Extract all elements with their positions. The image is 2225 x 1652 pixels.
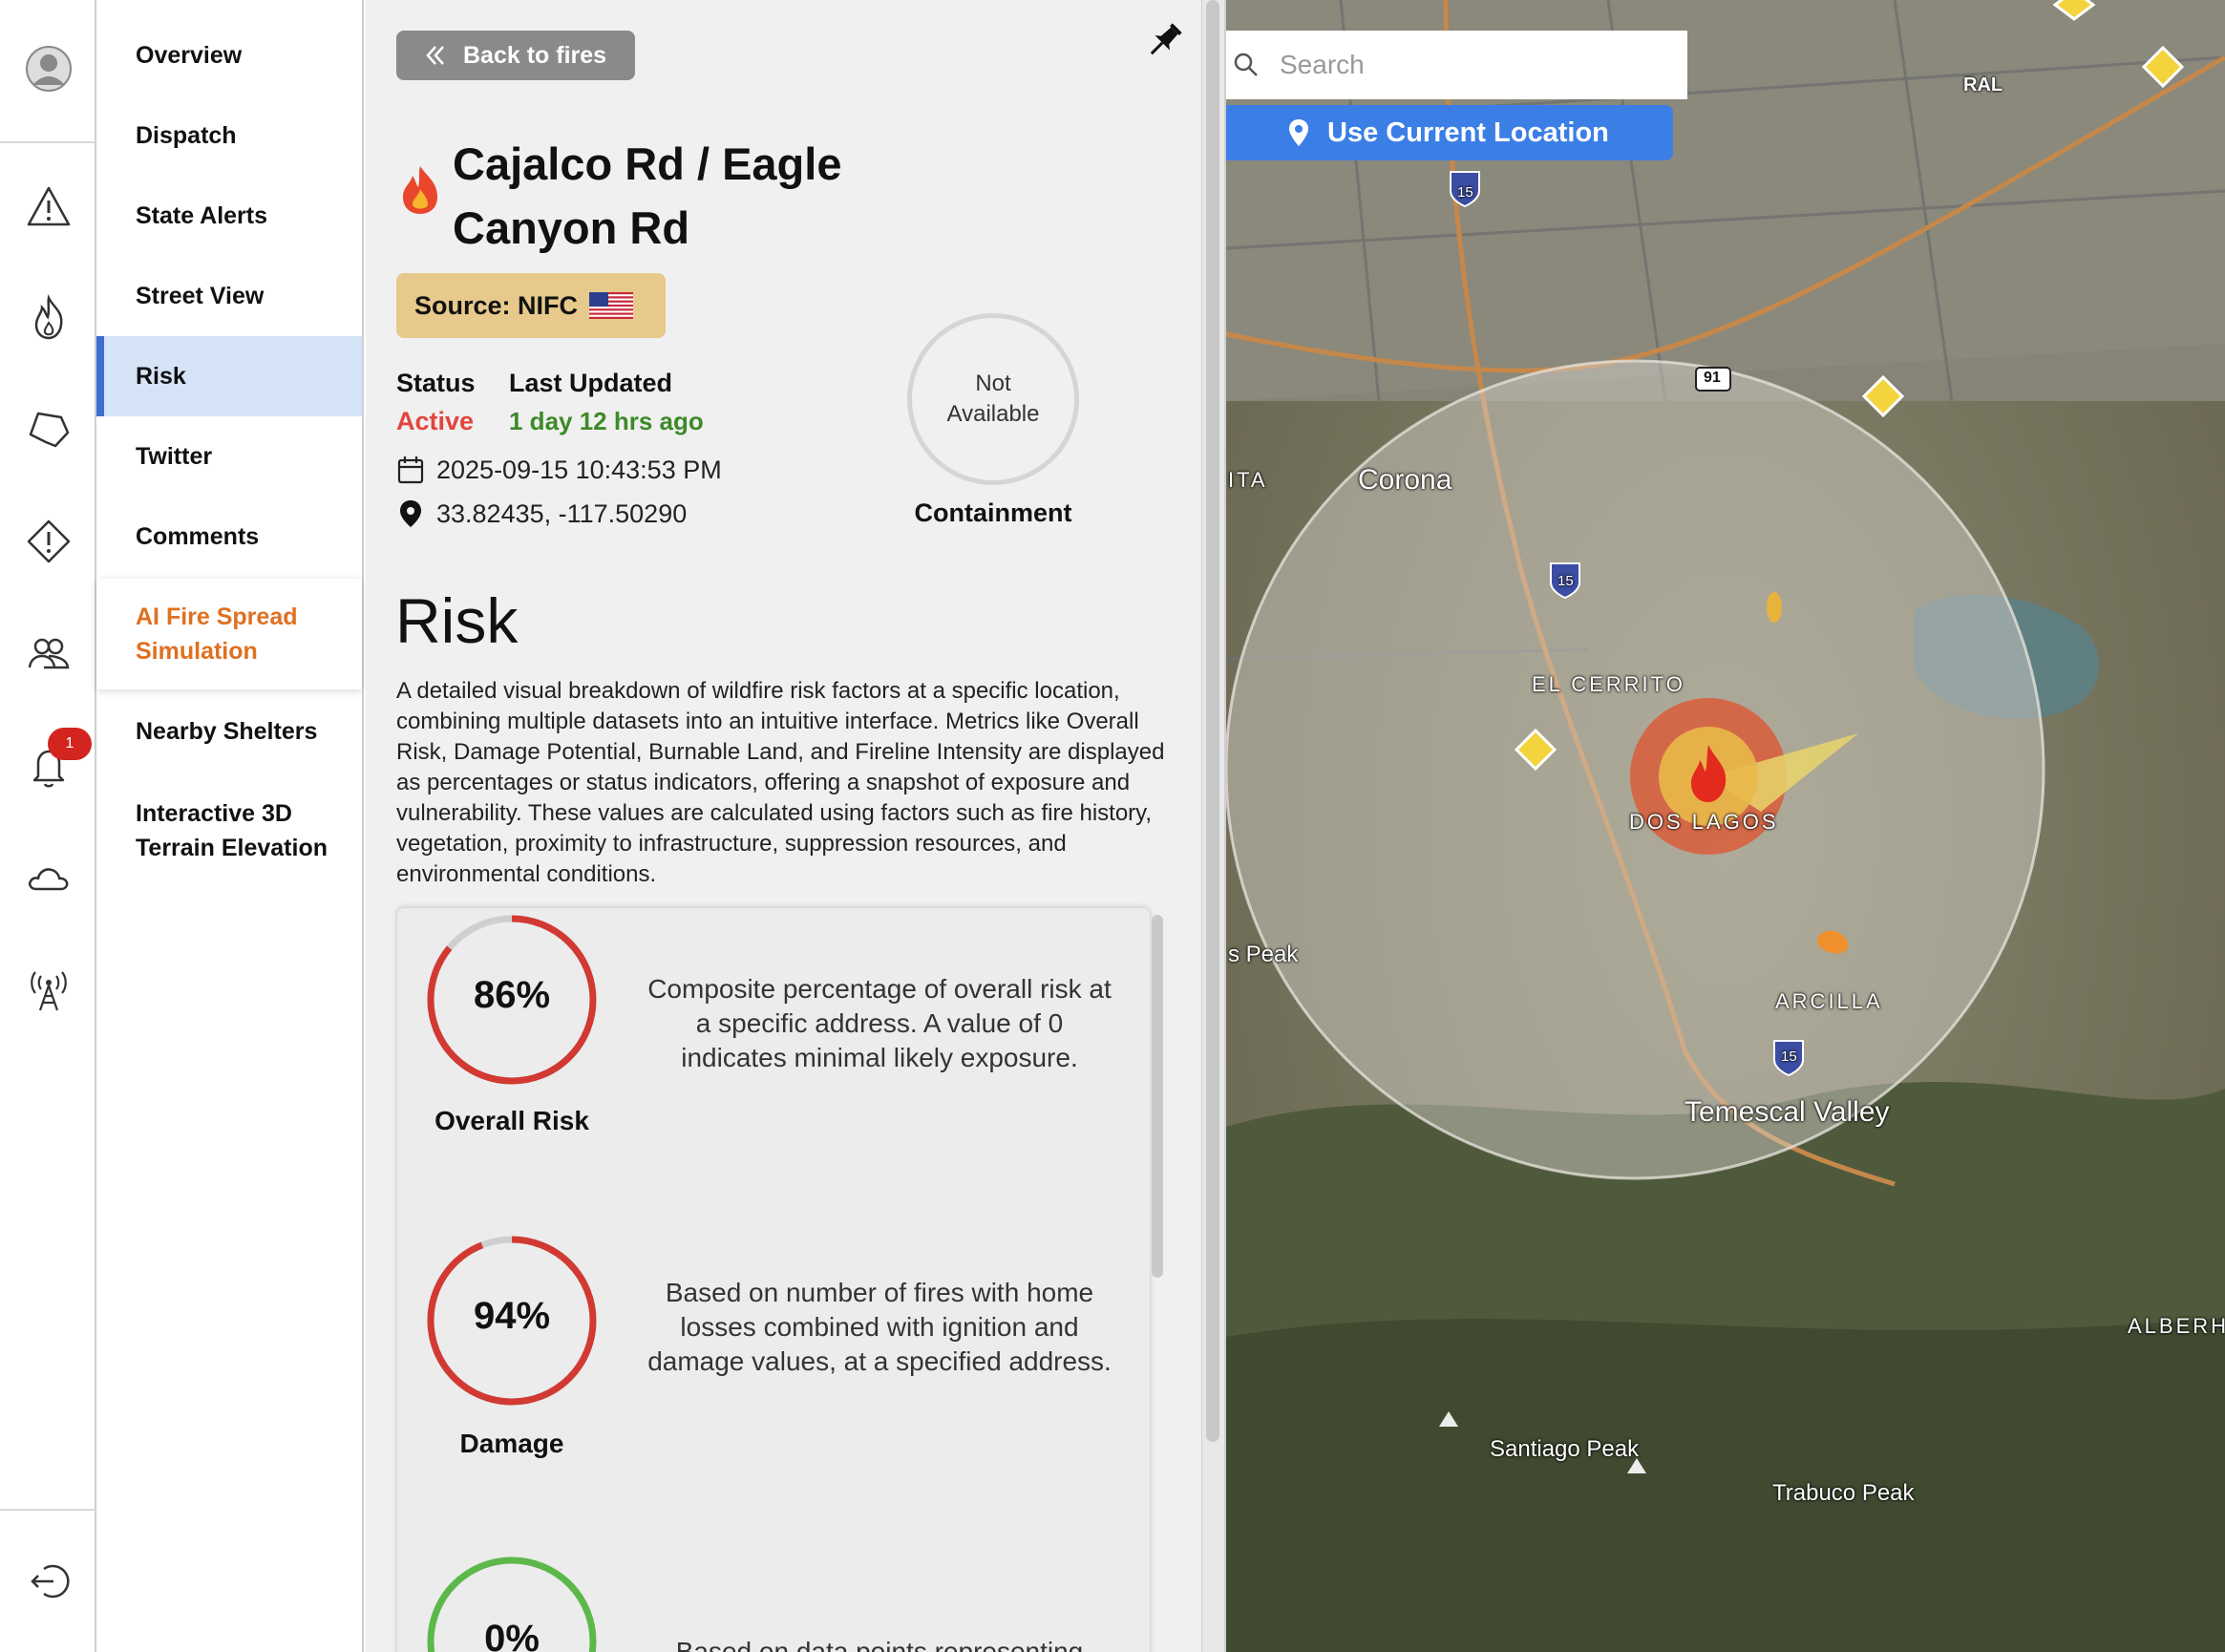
nav-item-label: AI Fire Spread Simulation	[136, 604, 298, 665]
map-label-alberhill: ALBERH	[2128, 1314, 2225, 1338]
risk-heading: Risk	[395, 585, 519, 656]
metric-value-third: 0%	[484, 1618, 540, 1652]
source-badge: Source: NIFC	[396, 273, 666, 338]
fire-icon[interactable]	[0, 280, 96, 356]
tower-icon[interactable]	[0, 952, 96, 1028]
source-label: Source: NIFC	[414, 290, 579, 320]
nav-item-label: Street View	[136, 283, 265, 309]
highway-label-i15-south: 15	[1558, 573, 1574, 589]
fire-title: Cajalco Rd / Eagle Canyon Rd	[453, 138, 842, 253]
map-label-edge-ita: ITA	[1228, 468, 1268, 492]
nav-item-label: Risk	[136, 363, 186, 390]
logout-icon[interactable]	[0, 1543, 96, 1620]
calendar-icon	[397, 456, 424, 484]
map-search-input[interactable]: Search	[1226, 31, 1687, 99]
metric-description-third: Based on data points representing	[675, 1637, 1084, 1652]
search-icon	[1234, 53, 1258, 76]
map-label-el-cerrito: EL CERRITO	[1532, 672, 1685, 696]
use-location-label: Use Current Location	[1327, 116, 1609, 148]
metric-name-damage: Damage	[459, 1429, 564, 1458]
nav-item-label: Dispatch	[136, 122, 237, 149]
containment-label: Containment	[914, 498, 1072, 527]
nav-item-twitter[interactable]: Twitter	[96, 430, 362, 483]
detail-nav-menu: Overview Dispatch State Alerts Street Vi…	[96, 0, 364, 1652]
status-label: Status	[396, 369, 476, 397]
panel-scrollbar-thumb[interactable]	[1206, 0, 1219, 1442]
map-label-trabuco-peak: Trabuco Peak	[1772, 1480, 1915, 1506]
nav-item-street-view[interactable]: Street View	[96, 269, 362, 323]
map-label-arcilla: ARCILLA	[1775, 989, 1883, 1013]
highway-label-i15-temescal: 15	[1781, 1048, 1797, 1065]
highway-label-91: 91	[1704, 370, 1721, 386]
nav-item-overview[interactable]: Overview	[96, 29, 362, 82]
map-label-santiago-peak: Santiago Peak	[1490, 1436, 1640, 1462]
coordinates-value: 33.82435, -117.50290	[436, 498, 688, 528]
last-updated-label: Last Updated	[509, 369, 673, 397]
perimeter-icon[interactable]	[0, 392, 96, 468]
double-chevron-left-icon	[426, 46, 444, 65]
nav-item-risk[interactable]: Risk	[96, 336, 362, 416]
location-pin-icon	[400, 500, 421, 527]
map-label-edge-ral: RAL	[1963, 74, 2003, 95]
icon-rail: 1	[0, 0, 96, 1652]
status-value: Active	[396, 407, 475, 435]
metric-description-damage: Based on number of fires with home losse…	[647, 1278, 1112, 1376]
datetime-row: 2025-09-15 10:43:53 PM	[396, 455, 722, 485]
coordinates-row: 33.82435, -117.50290	[396, 498, 687, 529]
nav-item-label: State Alerts	[136, 202, 268, 229]
cloud-icon[interactable]	[0, 840, 96, 917]
user-avatar-icon[interactable]	[0, 31, 96, 107]
nav-item-label: Interactive 3D Terrain Elevation	[136, 800, 328, 861]
pin-icon[interactable]	[1142, 17, 1188, 63]
nav-item-3d-terrain[interactable]: Interactive 3D Terrain Elevation	[96, 789, 362, 873]
map-label-dos-lagos: DOS LAGOS	[1629, 810, 1779, 834]
highway-label-i15: 15	[1457, 184, 1473, 201]
notification-badge: 1	[48, 728, 92, 760]
nav-item-state-alerts[interactable]: State Alerts	[96, 189, 362, 243]
nav-item-label: Comments	[136, 523, 260, 550]
location-pin-icon	[1289, 119, 1308, 146]
map-label-edge-peak: s Peak	[1228, 942, 1299, 967]
fire-icon	[403, 166, 437, 214]
use-current-location-button[interactable]: Use Current Location	[1226, 105, 1673, 160]
risk-description: A detailed visual breakdown of wildfire …	[396, 678, 1165, 887]
rail-divider	[0, 141, 95, 143]
datetime-value: 2025-09-15 10:43:53 PM	[436, 455, 722, 484]
nav-item-nearby-shelters[interactable]: Nearby Shelters	[96, 705, 362, 758]
metric-name-overall-risk: Overall Risk	[434, 1106, 589, 1135]
map-label-temescal-valley: Temescal Valley	[1685, 1096, 1890, 1128]
containment-value: Not Available	[946, 371, 1040, 427]
nav-item-label: Nearby Shelters	[136, 718, 318, 745]
rail-divider	[0, 1509, 95, 1511]
containment-ring: Not Available	[907, 313, 1079, 485]
back-button-label: Back to fires	[463, 41, 607, 69]
nav-item-dispatch[interactable]: Dispatch	[96, 109, 362, 162]
metric-description-overall-risk: Composite percentage of overall risk at …	[647, 974, 1112, 1072]
community-icon[interactable]	[0, 615, 96, 691]
alert-diamond-icon[interactable]	[0, 503, 96, 580]
nav-item-label: Twitter	[136, 443, 213, 470]
back-to-fires-button[interactable]: Back to fires	[396, 31, 635, 80]
metric-value-damage: 94%	[473, 1295, 551, 1337]
nav-item-label: Overview	[136, 42, 243, 69]
warning-triangle-icon[interactable]	[0, 168, 96, 244]
metric-value-overall-risk: 86%	[473, 974, 551, 1016]
metric-clip: 0% Based on data points representing	[396, 1547, 1151, 1652]
nav-item-ai-fire-spread[interactable]: AI Fire Spread Simulation	[96, 579, 362, 689]
us-flag-icon	[589, 292, 634, 319]
metrics-scrollbar-thumb[interactable]	[1152, 915, 1163, 1278]
nav-item-comments[interactable]: Comments	[96, 510, 362, 563]
last-updated-value: 1 day 12 hrs ago	[509, 407, 704, 435]
satellite-map[interactable]: Corona EL CERRITO DOS LAGOS ARCILLA Teme…	[1226, 0, 2225, 1652]
map-label-corona: Corona	[1358, 464, 1452, 496]
search-placeholder: Search	[1280, 50, 1365, 79]
